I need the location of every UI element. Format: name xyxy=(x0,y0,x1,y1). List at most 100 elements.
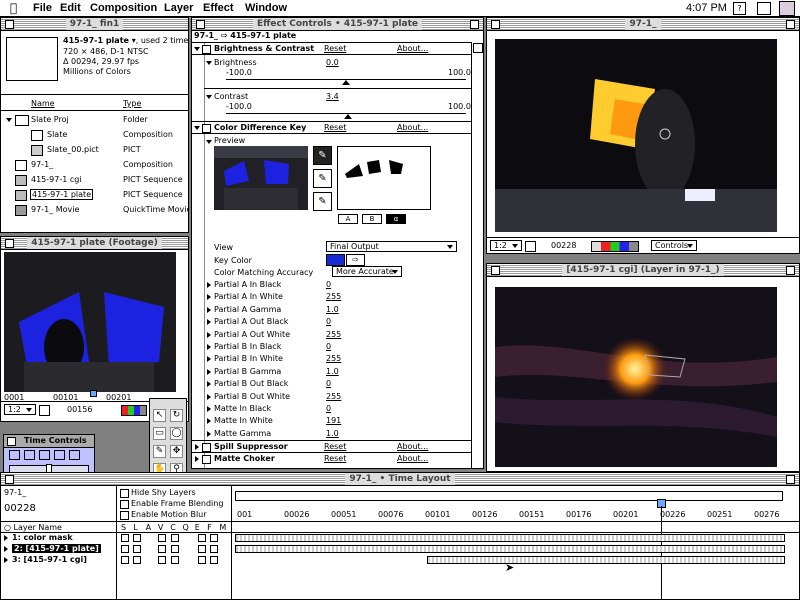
layer-switch-checkbox[interactable] xyxy=(198,534,206,542)
column-header-name[interactable]: Name xyxy=(31,99,55,108)
column-header-type[interactable]: Type xyxy=(123,99,141,108)
grid-icon[interactable] xyxy=(525,241,536,252)
cdk-expand-icon[interactable] xyxy=(194,126,200,130)
param-value[interactable]: 191 xyxy=(326,416,341,425)
spill-reset-button[interactable]: Reset xyxy=(324,442,346,451)
menu-file[interactable]: File xyxy=(33,2,52,14)
after-effects-icon[interactable] xyxy=(779,1,795,16)
layer-switch-checkbox[interactable] xyxy=(158,545,166,553)
param-value[interactable]: 0 xyxy=(326,379,331,388)
param-value[interactable]: 1.0 xyxy=(326,305,339,314)
eyedropper-plus-icon[interactable]: ✎ xyxy=(313,169,332,188)
rectangle-mask-tool-icon[interactable]: ▭ xyxy=(153,427,166,440)
param-expand-icon[interactable] xyxy=(207,381,211,388)
eyedropper-minus-icon[interactable]: ✎ xyxy=(313,192,332,211)
param-expand-icon[interactable] xyxy=(207,331,211,338)
spill-enable-checkbox[interactable] xyxy=(202,443,211,452)
close-box-icon[interactable] xyxy=(5,239,14,248)
oval-mask-tool-icon[interactable]: ◯ xyxy=(170,427,183,440)
zoom-box-icon[interactable] xyxy=(470,20,479,29)
time-layout-titlebar[interactable]: 97-1_ • Time Layout xyxy=(1,473,799,486)
menu-edit[interactable]: Edit xyxy=(60,2,81,14)
footage-zoom-select[interactable]: 1:2 xyxy=(4,404,36,415)
spill-expand-icon[interactable] xyxy=(195,444,199,450)
param-expand-icon[interactable] xyxy=(207,393,211,400)
layer-name-column-header[interactable]: ○ Layer Name xyxy=(4,523,62,532)
zoom-box-icon[interactable] xyxy=(786,20,795,29)
layer-switch-checkbox[interactable] xyxy=(171,534,179,542)
param-value[interactable]: 255 xyxy=(326,330,341,339)
hide-shy-layers-checkbox[interactable] xyxy=(120,489,129,498)
channel-swatch-icon[interactable] xyxy=(121,405,147,416)
selection-tool-icon[interactable]: ↖ xyxy=(153,409,166,422)
timeline-zoom-bar[interactable] xyxy=(235,491,783,501)
layer-switch-checkbox[interactable] xyxy=(198,556,206,564)
layer-titlebar[interactable]: [415-97-1 cgi] (Layer in 97-1_) xyxy=(487,264,799,277)
layer-switch-checkbox[interactable] xyxy=(133,545,141,553)
close-box-icon[interactable] xyxy=(7,437,16,446)
choker-expand-icon[interactable] xyxy=(195,456,199,462)
matte-b-button[interactable]: B xyxy=(362,214,382,224)
composition-controls-select[interactable]: Controls xyxy=(651,240,697,251)
param-value[interactable]: 1.0 xyxy=(326,429,339,438)
close-box-icon[interactable] xyxy=(196,20,205,29)
frame-blending-checkbox[interactable] xyxy=(120,500,129,509)
cdk-reset-button[interactable]: Reset xyxy=(324,123,346,132)
brightness-slider-thumb-icon[interactable] xyxy=(342,80,350,85)
layer-switch-checkbox[interactable] xyxy=(158,534,166,542)
layer-switch-checkbox[interactable] xyxy=(198,545,206,553)
choker-enable-checkbox[interactable] xyxy=(202,455,211,464)
app-switcher-icon[interactable] xyxy=(757,2,771,15)
key-color-eyedropper-icon[interactable]: ⇨ xyxy=(346,254,365,266)
matte-a-button[interactable]: A xyxy=(338,214,358,224)
param-value[interactable]: 255 xyxy=(326,292,341,301)
play-button[interactable] xyxy=(39,450,50,460)
spill-about-button[interactable]: About... xyxy=(397,442,428,451)
param-expand-icon[interactable] xyxy=(207,418,211,425)
param-expand-icon[interactable] xyxy=(207,356,211,363)
layer-switch-checkbox[interactable] xyxy=(121,545,129,553)
cdk-enable-checkbox[interactable] xyxy=(202,124,211,133)
footage-playhead-icon[interactable] xyxy=(90,390,97,397)
brightness-enable-checkbox[interactable] xyxy=(202,45,211,54)
choker-reset-button[interactable]: Reset xyxy=(324,454,346,463)
param-expand-icon[interactable] xyxy=(207,430,211,437)
zoom-box-icon[interactable] xyxy=(786,475,795,484)
menu-effect[interactable]: Effect xyxy=(203,2,234,14)
help-icon[interactable]: ? xyxy=(733,2,746,15)
param-value[interactable]: 0 xyxy=(326,317,331,326)
close-box-icon[interactable] xyxy=(491,266,500,275)
effect-controls-titlebar[interactable]: Effect Controls • 415-97-1 plate xyxy=(192,18,483,31)
menu-window[interactable]: Window xyxy=(245,2,287,14)
time-controls-titlebar[interactable]: Time Controls xyxy=(4,435,94,448)
close-box-icon[interactable] xyxy=(5,475,14,484)
apple-menu-icon[interactable]:  xyxy=(10,1,17,15)
key-color-swatch[interactable] xyxy=(326,254,345,266)
param-expand-icon[interactable] xyxy=(207,406,211,412)
previous-frame-button[interactable] xyxy=(24,450,35,460)
param-expand-icon[interactable] xyxy=(207,319,211,326)
cdk-about-button[interactable]: About... xyxy=(397,123,428,132)
composition-zoom-select[interactable]: 1:2 xyxy=(490,240,522,251)
layer-switch-checkbox[interactable] xyxy=(210,545,218,553)
color-matching-accuracy-select[interactable]: More Accurate xyxy=(332,266,402,277)
rotate-tool-icon[interactable]: ↻ xyxy=(170,409,183,422)
layer-switch-checkbox[interactable] xyxy=(133,534,141,542)
contrast-value[interactable]: 3.4 xyxy=(326,92,339,101)
footage-titlebar[interactable]: 415-97-1 plate (Footage) xyxy=(1,237,188,250)
param-expand-icon[interactable] xyxy=(207,368,211,375)
eyedropper-key-icon[interactable]: ✎ xyxy=(313,146,332,165)
layer-switch-checkbox[interactable] xyxy=(171,556,179,564)
layer-duration-bar[interactable] xyxy=(427,556,785,564)
motion-blur-checkbox[interactable] xyxy=(120,511,129,520)
contrast-slider-thumb-icon[interactable] xyxy=(344,114,352,119)
layer-duration-bar[interactable] xyxy=(235,534,785,542)
choker-about-button[interactable]: About... xyxy=(397,454,428,463)
pan-behind-tool-icon[interactable]: ✥ xyxy=(170,445,183,458)
layer-switch-checkbox[interactable] xyxy=(121,556,129,564)
last-frame-button[interactable] xyxy=(69,450,80,460)
param-value[interactable]: 255 xyxy=(326,392,341,401)
param-value[interactable]: 0 xyxy=(326,280,331,289)
param-expand-icon[interactable] xyxy=(207,294,211,301)
effect-controls-scroll-up-icon[interactable] xyxy=(473,43,483,53)
